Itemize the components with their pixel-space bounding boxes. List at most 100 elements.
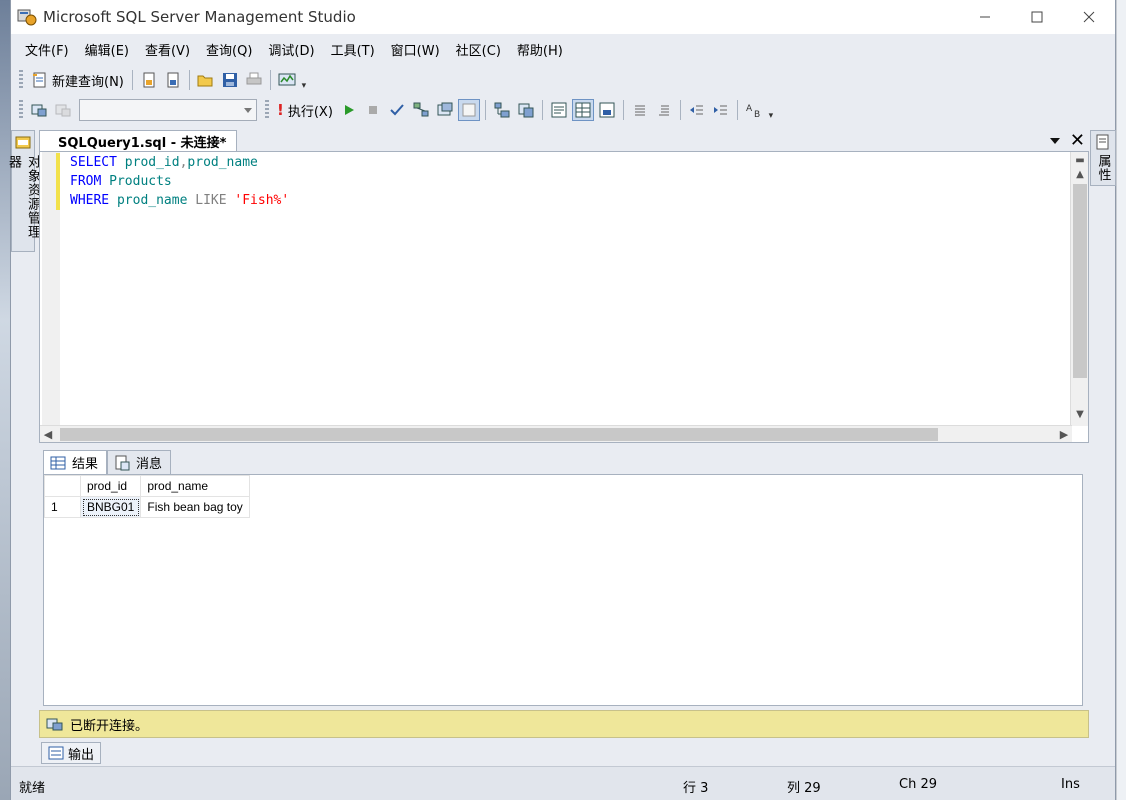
toolbar-separator bbox=[484, 100, 486, 120]
menu-query[interactable]: 查询(Q) bbox=[198, 40, 260, 59]
client-statistics-button[interactable] bbox=[515, 99, 537, 121]
results-tab-strip: 结果 消息 bbox=[43, 450, 172, 474]
properties-collapsed-tab[interactable]: 属性 bbox=[1090, 130, 1116, 186]
code-token: WHERE bbox=[70, 193, 117, 208]
results-grid[interactable]: prod_id prod_name 1 BNBG01 Fish bean bag… bbox=[44, 475, 250, 518]
sql-editor[interactable]: SELECT prod_id,prod_name FROM Products WHE… bbox=[39, 151, 1089, 443]
menu-tools[interactable]: 工具(T) bbox=[323, 40, 383, 59]
results-to-text-button[interactable] bbox=[548, 99, 570, 121]
menu-edit[interactable]: 编辑(E) bbox=[77, 40, 137, 59]
connect-button[interactable] bbox=[28, 99, 50, 121]
new-query-label: 新建查询(N) bbox=[52, 74, 124, 90]
column-header-prod-name[interactable]: prod_name bbox=[140, 475, 250, 497]
results-to-grid-button[interactable] bbox=[571, 99, 594, 121]
execute-button[interactable]: ! 执行(X) bbox=[273, 99, 337, 121]
menu-window[interactable]: 窗口(W) bbox=[383, 40, 448, 59]
object-explorer-collapsed-tab[interactable]: 对象资源管理器 bbox=[6, 130, 40, 252]
vertical-scroll-thumb[interactable] bbox=[1073, 184, 1087, 378]
svg-text:A: A bbox=[746, 104, 753, 114]
menu-file[interactable]: 文件(F) bbox=[17, 40, 77, 59]
code-line[interactable]: FROM Products bbox=[55, 172, 289, 191]
close-button[interactable] bbox=[1063, 0, 1115, 34]
grid-cell-prod-id[interactable]: BNBG01 bbox=[79, 496, 142, 518]
tab-output[interactable]: 输出 bbox=[41, 742, 102, 764]
database-engine-query-button[interactable] bbox=[138, 69, 160, 91]
results-to-file-button[interactable] bbox=[596, 99, 618, 121]
include-actual-plan-button[interactable] bbox=[491, 99, 513, 121]
available-databases-combo[interactable] bbox=[79, 99, 257, 121]
sql-editor-toolbar: ! 执行(X) A B ▾ bbox=[11, 96, 1115, 124]
toolbar-separator bbox=[736, 100, 738, 120]
cancel-execution-button[interactable] bbox=[362, 99, 384, 121]
toolbar-grip[interactable] bbox=[19, 70, 23, 90]
grid-cell-prod-name[interactable]: Fish bean bag toy bbox=[140, 496, 250, 518]
scroll-left-icon[interactable]: ◀ bbox=[40, 426, 56, 443]
specify-template-values-button[interactable]: AB bbox=[743, 99, 765, 121]
maximize-button[interactable] bbox=[1011, 0, 1063, 34]
display-estimated-plan-button[interactable] bbox=[410, 99, 432, 121]
toolbar-separator bbox=[188, 70, 190, 90]
save-button[interactable] bbox=[219, 69, 241, 91]
window-list-dropdown-icon[interactable] bbox=[1049, 138, 1060, 144]
code-token: 'Fish%' bbox=[234, 193, 290, 208]
print-icon bbox=[246, 72, 262, 85]
desktop-right-strip bbox=[1116, 0, 1126, 800]
close-icon bbox=[1083, 11, 1095, 23]
debug-button[interactable] bbox=[338, 99, 360, 121]
menu-help[interactable]: 帮助(H) bbox=[509, 40, 571, 59]
editor-horizontal-scrollbar[interactable]: ◀ ▶ bbox=[40, 425, 1072, 442]
activity-monitor-icon bbox=[278, 73, 296, 86]
column-header-prod-id[interactable]: prod_id bbox=[79, 475, 142, 497]
play-icon bbox=[344, 105, 354, 115]
object-explorer-icon bbox=[15, 136, 31, 149]
editor-vertical-scrollbar[interactable]: ▬ ▲ ▼ bbox=[1070, 152, 1088, 426]
query-options-button[interactable] bbox=[434, 99, 456, 121]
menu-debug[interactable]: 调试(D) bbox=[260, 40, 322, 59]
intellisense-toggle-button[interactable] bbox=[457, 99, 480, 121]
menu-community[interactable]: 社区(C) bbox=[448, 40, 509, 59]
comment-lines-icon bbox=[634, 105, 645, 116]
change-connection-button[interactable] bbox=[52, 99, 74, 121]
code-line[interactable]: SELECT prod_id,prod_name bbox=[55, 153, 289, 172]
parse-button[interactable] bbox=[386, 99, 408, 121]
scroll-down-icon[interactable]: ▼ bbox=[1071, 406, 1089, 422]
toolbar-grip[interactable] bbox=[265, 100, 269, 120]
uncomment-lines-button[interactable] bbox=[653, 99, 675, 121]
row-number-header[interactable] bbox=[44, 475, 81, 497]
comment-lines-button[interactable] bbox=[629, 99, 651, 121]
activity-monitor-button[interactable] bbox=[276, 69, 298, 91]
scroll-up-icon[interactable]: ▲ bbox=[1071, 166, 1089, 182]
toolbar-overflow-button[interactable]: ▾ bbox=[766, 99, 776, 121]
print-button[interactable] bbox=[243, 69, 265, 91]
scroll-right-icon[interactable]: ▶ bbox=[1056, 426, 1072, 443]
results-grid-pane[interactable]: prod_id prod_name 1 BNBG01 Fish bean bag… bbox=[43, 474, 1083, 706]
decrease-indent-button[interactable] bbox=[686, 99, 708, 121]
increase-indent-icon bbox=[713, 105, 727, 115]
open-folder-icon bbox=[197, 75, 213, 87]
results-to-grid-icon bbox=[575, 102, 591, 118]
analysis-query-icon bbox=[167, 72, 179, 88]
tab-sqlquery1[interactable]: SQLQuery1.sql - 未连接* bbox=[39, 130, 238, 152]
tab-results[interactable]: 结果 bbox=[43, 450, 108, 474]
analysis-query-button[interactable] bbox=[162, 69, 184, 91]
toolbar-grip[interactable] bbox=[19, 100, 23, 120]
save-icon bbox=[222, 73, 237, 87]
minimize-icon bbox=[980, 16, 990, 18]
horizontal-scroll-thumb[interactable] bbox=[60, 428, 938, 441]
ssms-window: Microsoft SQL Server Management Studio 文… bbox=[6, 0, 1116, 800]
menu-view[interactable]: 查看(V) bbox=[137, 40, 198, 59]
tab-messages[interactable]: 消息 bbox=[107, 450, 172, 474]
minimize-button[interactable] bbox=[959, 0, 1011, 34]
toolbar-overflow-button[interactable]: ▾ bbox=[299, 69, 309, 91]
code-line[interactable]: WHERE prod_name LIKE 'Fish%' bbox=[55, 191, 290, 210]
open-file-button[interactable] bbox=[195, 69, 217, 91]
increase-indent-button[interactable] bbox=[710, 99, 732, 121]
tab-output-label: 输出 bbox=[68, 747, 95, 763]
toolbar-separator bbox=[541, 100, 543, 120]
row-number-cell[interactable]: 1 bbox=[44, 496, 81, 518]
code-area[interactable]: SELECT prod_id,prod_name FROM Products WHE… bbox=[55, 153, 290, 210]
document-tab-strip: SQLQuery1.sql - 未连接* ✕ bbox=[39, 130, 1089, 152]
close-document-icon[interactable]: ✕ bbox=[1070, 132, 1085, 150]
menu-bar: 文件(F) 编辑(E) 查看(V) 查询(Q) 调试(D) 工具(T) 窗口(W… bbox=[11, 36, 1115, 62]
new-query-button[interactable]: 新建查询(N) bbox=[27, 69, 128, 91]
